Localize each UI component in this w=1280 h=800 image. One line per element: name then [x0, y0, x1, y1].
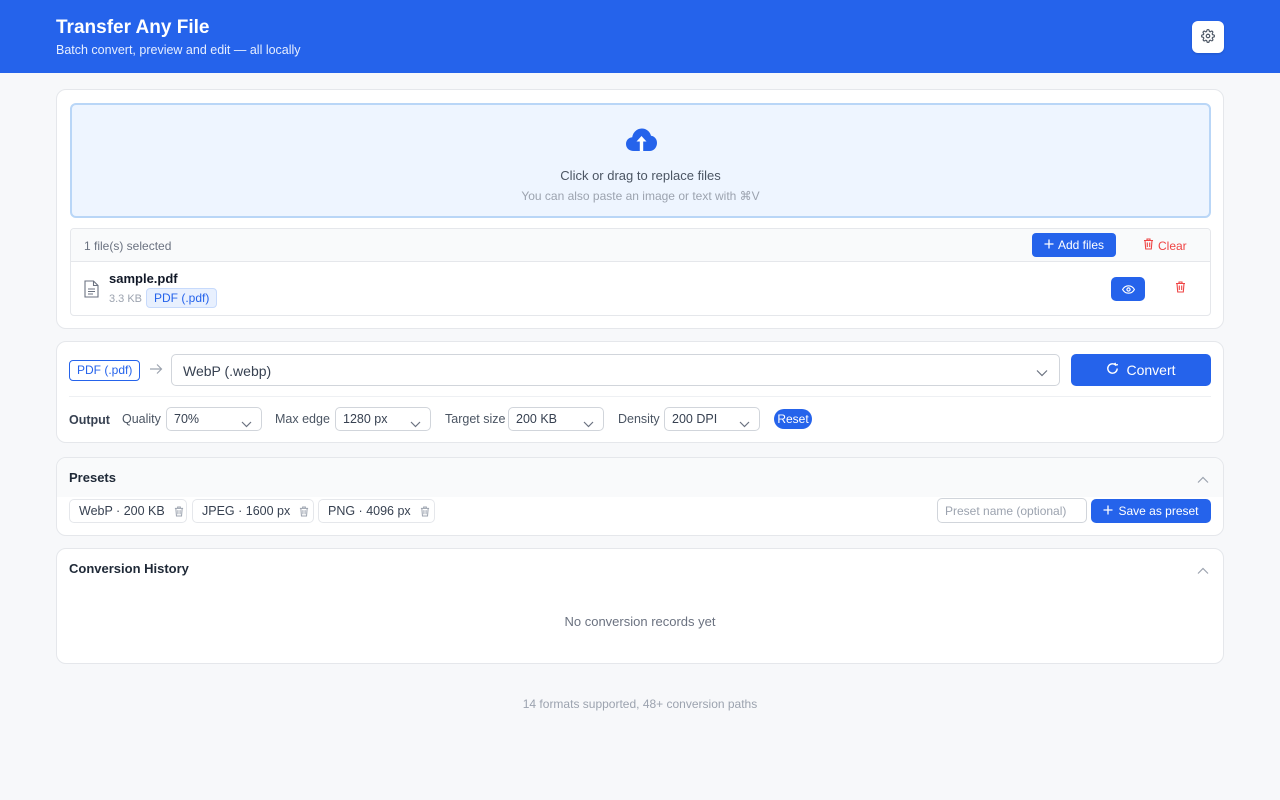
max-edge-value: 1280 px	[343, 412, 388, 426]
dropzone-hint: You can also paste an image or text with…	[521, 189, 760, 203]
app-header: Transfer Any File Batch convert, preview…	[0, 0, 1280, 73]
file-size: 3.3 KB	[109, 293, 143, 305]
file-row: sample.pdf 3.3 KB PDF (.pdf)	[71, 262, 1210, 315]
target-size-value: 200 KB	[516, 412, 558, 426]
cloud-upload-icon	[625, 127, 658, 156]
plus-icon	[1044, 238, 1054, 252]
source-format-badge: PDF (.pdf)	[69, 360, 141, 381]
gear-icon	[1201, 28, 1215, 46]
preview-button[interactable]	[1111, 277, 1145, 301]
dropzone-main-text: Click or drag to replace files	[560, 168, 721, 183]
output-label: Output	[69, 413, 110, 427]
density-label: Density	[618, 412, 660, 426]
trash-icon	[1143, 238, 1154, 253]
save-preset-button[interactable]: Save as preset	[1091, 499, 1211, 523]
document-icon	[84, 280, 99, 301]
preset-name-input[interactable]	[937, 498, 1087, 523]
footer-text: 14 formats supported, 48+ conversion pat…	[522, 697, 758, 711]
presets-title: Presets	[69, 470, 116, 485]
reset-button[interactable]: Reset	[774, 409, 812, 429]
chevron-up-icon[interactable]	[1197, 472, 1209, 487]
quality-label: Quality	[122, 412, 161, 426]
eye-icon	[1121, 282, 1135, 297]
preset-chip[interactable]: WebP · 200 KB	[69, 499, 187, 523]
file-type-badge: PDF (.pdf)	[146, 288, 218, 308]
density-value: 200 DPI	[672, 412, 718, 426]
delete-file-button[interactable]	[1175, 281, 1186, 296]
preset-label: WebP · 200 KB	[79, 504, 165, 518]
file-name: sample.pdf	[109, 271, 178, 286]
preset-label: PNG · 4096 px	[328, 504, 411, 518]
preset-chip[interactable]: PNG · 4096 px	[318, 499, 435, 523]
history-card: Conversion History No conversion records…	[56, 548, 1224, 664]
clear-label: Clear	[1158, 238, 1187, 253]
max-edge-select[interactable]: 1280 px	[335, 407, 431, 431]
chevron-down-icon	[1036, 365, 1048, 380]
density-select[interactable]: 200 DPI	[664, 407, 760, 431]
target-size-select[interactable]: 200 KB	[508, 407, 604, 431]
history-title: Conversion History	[69, 561, 189, 576]
history-empty-message: No conversion records yet	[564, 614, 716, 629]
plus-icon	[1103, 504, 1113, 518]
file-list-toolbar: 1 file(s) selected Add files Clear	[71, 229, 1210, 262]
convert-card: PDF (.pdf) WebP (.webp) Convert Output Q…	[56, 341, 1224, 443]
add-files-button[interactable]: Add files	[1032, 233, 1116, 257]
convert-label: Convert	[1126, 362, 1176, 378]
quality-select[interactable]: 70%	[166, 407, 262, 431]
preset-label: JPEG · 1600 px	[202, 504, 291, 518]
chevron-down-icon	[739, 416, 750, 431]
target-format-value: WebP (.webp)	[183, 363, 272, 379]
refresh-icon	[1106, 362, 1119, 378]
convert-button[interactable]: Convert	[1071, 354, 1211, 386]
app-title: Transfer Any File	[56, 17, 210, 38]
chevron-up-icon[interactable]	[1197, 563, 1209, 578]
divider	[69, 396, 1211, 397]
save-preset-label: Save as preset	[1118, 504, 1199, 518]
settings-button[interactable]	[1192, 21, 1224, 53]
chevron-down-icon	[241, 416, 252, 431]
clear-button[interactable]: Clear	[1143, 238, 1187, 253]
upload-card: Click or drag to replace files You can a…	[56, 89, 1224, 329]
chevron-down-icon	[410, 416, 421, 431]
chevron-down-icon	[583, 416, 594, 431]
add-files-label: Add files	[1057, 238, 1105, 252]
app-subtitle: Batch convert, preview and edit — all lo…	[56, 43, 301, 57]
file-dropzone[interactable]: Click or drag to replace files You can a…	[70, 103, 1211, 218]
trash-icon[interactable]	[299, 505, 309, 517]
target-format-select[interactable]: WebP (.webp)	[171, 354, 1060, 386]
quality-value: 70%	[174, 412, 200, 426]
trash-icon[interactable]	[174, 505, 184, 517]
arrow-right-icon	[149, 363, 163, 378]
presets-header[interactable]: Presets	[57, 458, 1223, 497]
trash-icon	[1175, 281, 1186, 296]
presets-card: Presets WebP · 200 KB JPEG · 1600 px PNG…	[56, 457, 1224, 536]
file-list: 1 file(s) selected Add files Clear sampl…	[70, 228, 1211, 316]
target-size-label: Target size	[445, 412, 506, 426]
preset-chip[interactable]: JPEG · 1600 px	[192, 499, 314, 523]
file-count: 1 file(s) selected	[84, 239, 172, 253]
trash-icon[interactable]	[420, 505, 430, 517]
max-edge-label: Max edge	[275, 412, 330, 426]
